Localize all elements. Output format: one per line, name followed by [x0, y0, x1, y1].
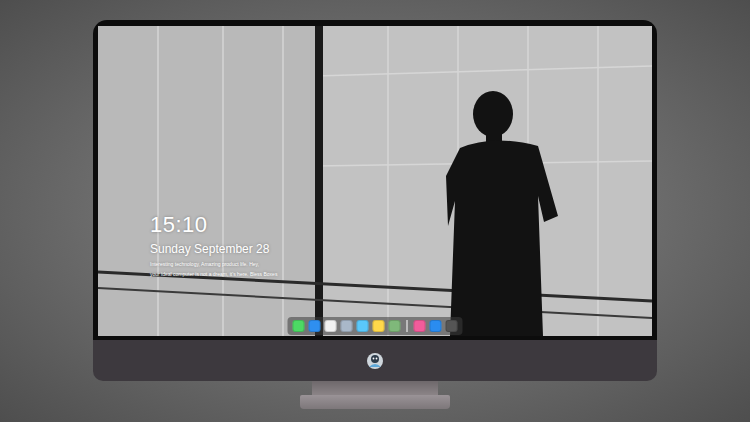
clock-date: Sunday September 28 — [150, 241, 277, 257]
dock-app-icon[interactable] — [414, 320, 426, 332]
screen: 15:10 Sunday September 28 Interesting te… — [98, 26, 652, 336]
dock-app-icon[interactable] — [446, 320, 458, 332]
lock-clock: 15:10 Sunday September 28 Interesting te… — [150, 212, 277, 277]
caption: Interesting technology, Amazing product … — [150, 261, 277, 277]
dock-app-icon[interactable] — [357, 320, 369, 332]
dock-app-icon[interactable] — [341, 320, 353, 332]
dock-app-icon[interactable] — [389, 320, 401, 332]
monitor-chin — [93, 340, 657, 381]
brand-logo-icon — [366, 352, 384, 370]
dock-app-icon[interactable] — [373, 320, 385, 332]
dock-app-icon[interactable] — [325, 320, 337, 332]
clock-time: 15:10 — [150, 212, 277, 238]
wallpaper-photo — [98, 26, 652, 336]
dock — [288, 317, 463, 335]
monitor-base — [300, 395, 450, 409]
dock-separator — [407, 320, 408, 332]
dock-app-icon[interactable] — [293, 320, 305, 332]
monitor-stand — [312, 381, 438, 395]
caption-line: your ideal computer is not a dream, it's… — [150, 271, 277, 277]
monitor: 15:10 Sunday September 28 Interesting te… — [93, 20, 657, 381]
monitor-bezel: 15:10 Sunday September 28 Interesting te… — [93, 20, 657, 340]
dock-app-icon[interactable] — [309, 320, 321, 332]
caption-line: Interesting technology, Amazing product … — [150, 261, 277, 267]
dock-app-icon[interactable] — [430, 320, 442, 332]
